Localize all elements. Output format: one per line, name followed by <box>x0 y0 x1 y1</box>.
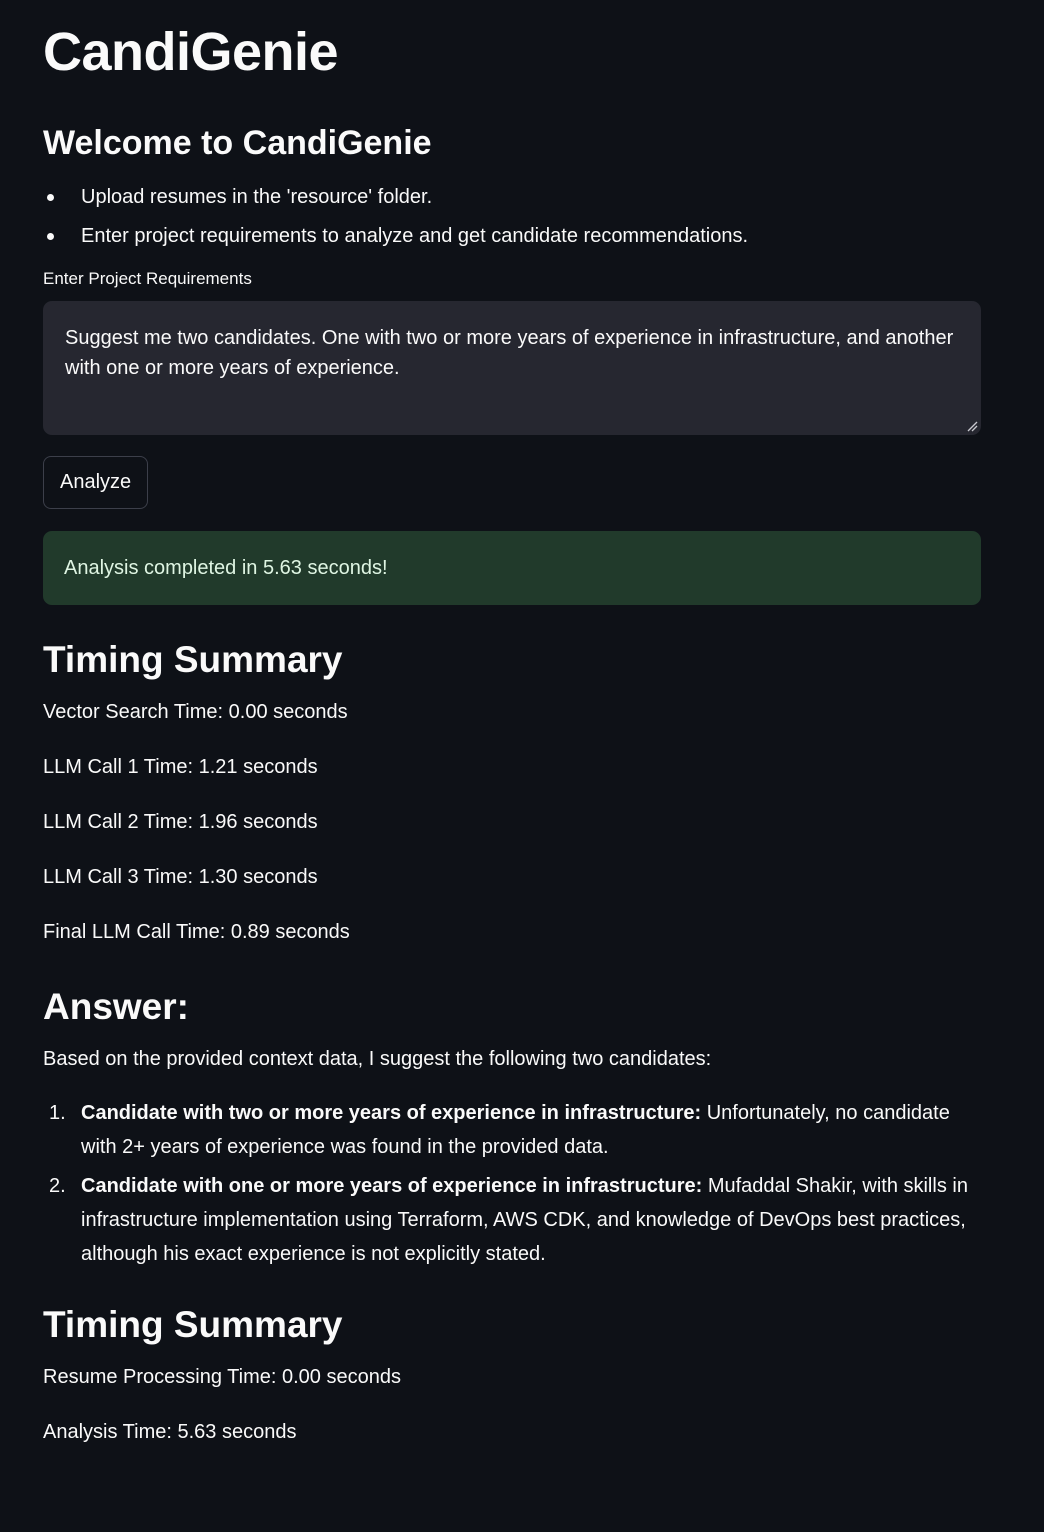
timing-line: Final LLM Call Time: 0.89 seconds <box>43 921 350 943</box>
answer-item: 1. Candidate with two or more years of e… <box>43 1096 981 1164</box>
app-title: CandiGenie <box>43 22 339 82</box>
timing-summary-list: Vector Search Time: 0.00 seconds LLM Cal… <box>43 699 981 945</box>
requirements-text: Suggest me two candidates. One with two … <box>65 327 954 379</box>
resize-handle-icon[interactable] <box>966 420 978 432</box>
timing-line: LLM Call 2 Time: 1.96 seconds <box>43 811 318 833</box>
answer-item-number: 2. <box>49 1175 66 1197</box>
timing-line: LLM Call 1 Time: 1.21 seconds <box>43 756 318 778</box>
answer-item: 2. Candidate with one or more years of e… <box>43 1169 981 1271</box>
timing-summary-list-2: Resume Processing Time: 0.00 seconds Ana… <box>43 1364 981 1445</box>
timing-summary-heading-2: Timing Summary <box>43 1304 343 1345</box>
analyze-button[interactable]: Analyze <box>43 456 149 509</box>
instructions-list: Upload resumes in the 'resource' folder.… <box>43 184 981 249</box>
instruction-item: Upload resumes in the 'resource' folder. <box>43 184 981 210</box>
timing-summary-heading: Timing Summary <box>43 639 343 680</box>
instruction-item: Enter project requirements to analyze an… <box>43 223 981 249</box>
requirements-textarea[interactable]: Suggest me two candidates. One with two … <box>43 301 981 435</box>
main-container: CandiGenie Welcome to CandiGenie Upload … <box>0 0 1044 1532</box>
timing-line: LLM Call 3 Time: 1.30 seconds <box>43 866 318 888</box>
answer-heading: Answer: <box>43 986 189 1027</box>
answer-intro: Based on the provided context data, I su… <box>43 1048 712 1070</box>
requirements-label: Enter Project Requirements <box>43 269 252 288</box>
answer-item-title: Candidate with one or more years of expe… <box>81 1175 703 1197</box>
answer-item-title: Candidate with two or more years of expe… <box>81 1102 702 1124</box>
answer-item-number: 1. <box>49 1102 66 1124</box>
timing-line: Analysis Time: 5.63 seconds <box>43 1421 297 1443</box>
success-alert: Analysis completed in 5.63 seconds! <box>43 531 981 605</box>
answer-list: 1. Candidate with two or more years of e… <box>43 1096 981 1271</box>
welcome-heading: Welcome to CandiGenie <box>43 124 432 162</box>
timing-line: Vector Search Time: 0.00 seconds <box>43 701 348 723</box>
timing-line: Resume Processing Time: 0.00 seconds <box>43 1366 401 1388</box>
